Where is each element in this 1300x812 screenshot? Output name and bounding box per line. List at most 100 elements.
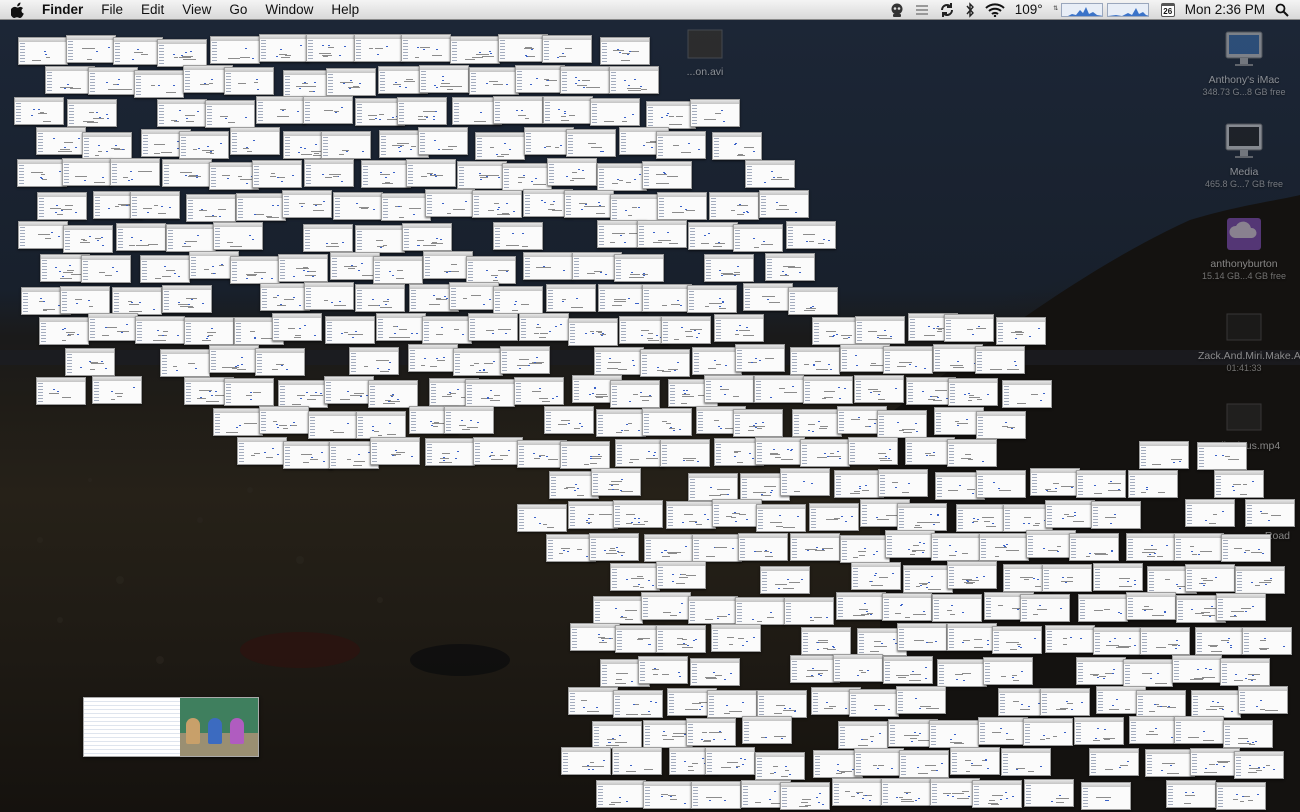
window-thumbnail[interactable] xyxy=(560,66,610,94)
window-thumbnail[interactable] xyxy=(1030,468,1080,496)
window-thumbnail[interactable] xyxy=(1172,655,1222,683)
window-thumbnail[interactable] xyxy=(179,131,229,159)
window-thumbnail[interactable] xyxy=(260,283,310,311)
window-thumbnail[interactable] xyxy=(615,439,665,467)
window-thumbnail[interactable] xyxy=(691,781,741,809)
window-thumbnail[interactable] xyxy=(745,160,795,188)
window-thumbnail[interactable] xyxy=(643,781,693,809)
window-thumbnail[interactable] xyxy=(1024,779,1074,807)
window-thumbnail[interactable] xyxy=(547,158,597,186)
window-thumbnail[interactable] xyxy=(1040,688,1090,716)
window-thumbnail[interactable] xyxy=(36,127,86,155)
window-thumbnail[interactable] xyxy=(157,99,207,127)
window-thumbnail[interactable] xyxy=(878,469,928,497)
window-thumbnail[interactable] xyxy=(851,562,901,590)
window-thumbnail[interactable] xyxy=(801,627,851,655)
window-thumbnail[interactable] xyxy=(408,344,458,372)
window-thumbnail[interactable] xyxy=(354,34,404,62)
window-thumbnail[interactable] xyxy=(498,34,548,62)
menu-clock[interactable]: Mon 2:36 PM xyxy=(1180,0,1270,20)
window-thumbnail[interactable] xyxy=(885,530,935,558)
window-thumbnail[interactable] xyxy=(1091,501,1141,529)
window-thumbnail[interactable] xyxy=(790,347,840,375)
window-thumbnail[interactable] xyxy=(883,656,933,684)
window-thumbnail[interactable] xyxy=(209,345,259,373)
window-thumbnail[interactable] xyxy=(854,375,904,403)
window-thumbnail[interactable] xyxy=(88,67,138,95)
window-thumbnail[interactable] xyxy=(376,313,426,341)
window-thumbnail[interactable] xyxy=(786,221,836,249)
window-thumbnail[interactable] xyxy=(17,159,67,187)
window-thumbnail[interactable] xyxy=(690,99,740,127)
window-thumbnail[interactable] xyxy=(63,225,113,253)
window-thumbnail[interactable] xyxy=(597,163,647,191)
window-thumbnail[interactable] xyxy=(113,37,163,65)
window-thumbnail[interactable] xyxy=(566,129,616,157)
window-thumbnail[interactable] xyxy=(130,191,180,219)
window-thumbnail[interactable] xyxy=(475,132,525,160)
window-thumbnail[interactable] xyxy=(656,561,706,589)
window-thumbnail[interactable] xyxy=(992,626,1042,654)
window-thumbnail[interactable] xyxy=(18,221,68,249)
window-thumbnail[interactable] xyxy=(733,409,783,437)
window-thumbnail[interactable] xyxy=(784,597,834,625)
window-thumbnail[interactable] xyxy=(760,566,810,594)
window-thumbnail[interactable] xyxy=(735,344,785,372)
window-thumbnail[interactable] xyxy=(883,346,933,374)
window-thumbnail[interactable] xyxy=(493,286,543,314)
window-thumbnail[interactable] xyxy=(473,437,523,465)
window-thumbnail[interactable] xyxy=(321,131,371,159)
window-thumbnail[interactable] xyxy=(638,656,688,684)
window-thumbnail[interactable] xyxy=(612,747,662,775)
window-thumbnail[interactable] xyxy=(1235,566,1285,594)
menu-edit[interactable]: Edit xyxy=(132,0,173,20)
window-thumbnail[interactable] xyxy=(1002,380,1052,408)
window-thumbnail[interactable] xyxy=(450,36,500,64)
window-thumbnail[interactable] xyxy=(688,596,738,624)
window-thumbnail[interactable] xyxy=(644,534,694,562)
window-thumbnail[interactable] xyxy=(37,192,87,220)
window-thumbnail[interactable] xyxy=(65,348,115,376)
menu-view[interactable]: View xyxy=(173,0,220,20)
window-thumbnail[interactable] xyxy=(1045,625,1095,653)
window-thumbnail[interactable] xyxy=(836,592,886,620)
window-thumbnail[interactable] xyxy=(803,376,853,404)
window-thumbnail[interactable] xyxy=(780,468,830,496)
window-thumbnail[interactable] xyxy=(67,99,117,127)
window-thumbnail[interactable] xyxy=(809,503,859,531)
window-thumbnail[interactable] xyxy=(1089,748,1139,776)
window-thumbnail[interactable] xyxy=(614,254,664,282)
window-thumbnail-video-player[interactable] xyxy=(83,697,259,757)
window-thumbnail[interactable] xyxy=(230,127,280,155)
window-thumbnail[interactable] xyxy=(468,313,518,341)
window-thumbnail[interactable] xyxy=(757,690,807,718)
window-thumbnail[interactable] xyxy=(1140,627,1190,655)
wifi-icon[interactable] xyxy=(980,0,1010,20)
window-thumbnail[interactable] xyxy=(613,690,663,718)
window-thumbnail[interactable] xyxy=(972,780,1022,808)
window-thumbnail[interactable] xyxy=(361,160,411,188)
window-thumbnail[interactable] xyxy=(256,96,306,124)
window-thumbnail[interactable] xyxy=(306,34,356,62)
window-thumbnail[interactable] xyxy=(592,721,642,749)
window-thumbnail[interactable] xyxy=(686,718,736,746)
window-thumbnail[interactable] xyxy=(14,97,64,125)
window-thumbnail[interactable] xyxy=(609,66,659,94)
menu-meter-icon[interactable] xyxy=(910,0,934,20)
window-thumbnail[interactable] xyxy=(978,717,1028,745)
window-thumbnail[interactable] xyxy=(947,561,997,589)
window-thumbnail[interactable] xyxy=(1185,564,1235,592)
menu-help[interactable]: Help xyxy=(322,0,368,20)
window-thumbnail[interactable] xyxy=(657,192,707,220)
window-thumbnail[interactable] xyxy=(882,593,932,621)
window-thumbnail[interactable] xyxy=(60,286,110,314)
window-thumbnail[interactable] xyxy=(944,314,994,342)
window-thumbnail[interactable] xyxy=(355,225,405,253)
window-thumbnail[interactable] xyxy=(642,408,692,436)
window-thumbnail[interactable] xyxy=(469,67,519,95)
window-thumbnail[interactable] xyxy=(449,282,499,310)
window-thumbnail[interactable] xyxy=(1023,718,1073,746)
window-thumbnail[interactable] xyxy=(303,224,353,252)
window-thumbnail[interactable] xyxy=(983,657,1033,685)
window-thumbnail[interactable] xyxy=(515,65,565,93)
